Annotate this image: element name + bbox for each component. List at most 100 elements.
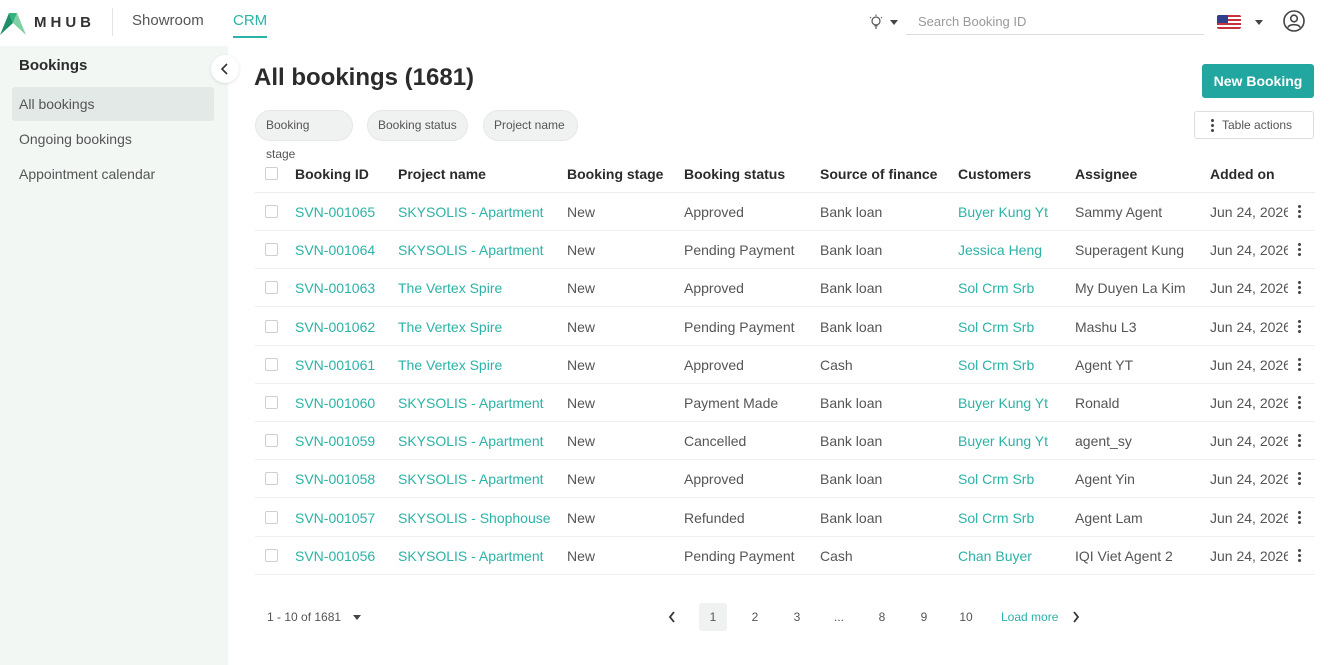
column-header-booking-id[interactable]: Booking ID — [295, 166, 369, 182]
customer-link[interactable]: Buyer Kung Yt — [958, 204, 1048, 220]
filter-booking-stage[interactable]: Booking stage — [255, 110, 353, 161]
tab-showroom[interactable]: Showroom — [132, 12, 204, 34]
row-checkbox[interactable] — [265, 281, 278, 295]
table-row[interactable]: SVN-001061 The Vertex Spire New Approved Cas… — [255, 346, 1315, 384]
row-checkbox[interactable] — [265, 396, 278, 409]
table-row[interactable]: SVN-001064 SKYSOLIS - Apartment New Pending… — [255, 231, 1315, 270]
customer-link[interactable]: Chan Buyer — [958, 548, 1032, 564]
row-actions-icon[interactable] — [1298, 319, 1301, 333]
page-button[interactable]: 8 — [868, 603, 896, 631]
sidebar-item-appointment-calendar[interactable]: Appointment calendar — [12, 157, 214, 191]
sidebar-item-all-bookings[interactable]: All bookings — [12, 87, 214, 121]
sidebar-item-ongoing-bookings[interactable]: Ongoing bookings — [12, 122, 214, 156]
table-row[interactable]: SVN-001063 The Vertex Spire New Approved Ban… — [255, 269, 1315, 308]
customer-link[interactable]: Sol Crm Srb — [958, 280, 1034, 296]
page-button[interactable]: 3 — [783, 603, 811, 631]
project-name-link[interactable]: SKYSOLIS - Apartment — [398, 242, 544, 258]
booking-id-link[interactable]: SVN-001062 — [295, 319, 375, 335]
logo[interactable]: MHUB — [0, 8, 95, 36]
table-row[interactable]: SVN-001062 The Vertex Spire New Pending Pay… — [255, 308, 1315, 346]
table-row[interactable]: SVN-001058 SKYSOLIS - Apartment New Approve… — [255, 460, 1315, 499]
select-all-checkbox[interactable] — [265, 167, 278, 180]
collapse-sidebar-button[interactable] — [211, 55, 239, 83]
customer-link[interactable]: Buyer Kung Yt — [958, 395, 1048, 411]
row-actions-icon[interactable] — [1298, 357, 1301, 371]
table-row[interactable]: SVN-001060 SKYSOLIS - Apartment New Payment… — [255, 384, 1315, 422]
row-checkbox[interactable] — [265, 205, 278, 218]
row-actions-icon[interactable] — [1298, 243, 1301, 257]
booking-id-link[interactable]: SVN-001057 — [295, 510, 375, 526]
page-button[interactable]: 9 — [910, 603, 938, 631]
column-header-customers[interactable]: Customers — [958, 166, 1031, 182]
customer-link[interactable]: Jessica Heng — [958, 242, 1042, 258]
row-actions-icon[interactable] — [1298, 548, 1301, 562]
customer-link[interactable]: Sol Crm Srb — [958, 471, 1034, 487]
booking-id-link[interactable]: SVN-001065 — [295, 204, 375, 220]
logo-text: MHUB — [34, 13, 95, 31]
booking-id-link[interactable]: SVN-001059 — [295, 433, 375, 449]
customer-link[interactable]: Buyer Kung Yt — [958, 433, 1048, 449]
project-name-link[interactable]: SKYSOLIS - Shophouse — [398, 510, 551, 526]
page-size-selector[interactable]: 1 - 10 of 1681 — [267, 610, 362, 624]
page-button[interactable]: 2 — [741, 603, 769, 631]
project-name-link[interactable]: SKYSOLIS - Apartment — [398, 395, 544, 411]
tips-dropdown[interactable] — [868, 12, 902, 32]
row-actions-icon[interactable] — [1298, 205, 1301, 218]
project-name-link[interactable]: SKYSOLIS - Apartment — [398, 204, 544, 220]
project-name-link[interactable]: SKYSOLIS - Apartment — [398, 433, 544, 449]
previous-page-button[interactable] — [658, 603, 686, 631]
row-actions-icon[interactable] — [1298, 396, 1301, 409]
page-button[interactable]: 10 — [952, 603, 980, 631]
new-booking-button[interactable]: New Booking — [1202, 64, 1314, 98]
project-name-link[interactable]: The Vertex Spire — [398, 357, 502, 373]
project-name-link[interactable]: SKYSOLIS - Apartment — [398, 471, 544, 487]
filter-booking-status[interactable]: Booking status — [367, 110, 468, 141]
row-checkbox[interactable] — [265, 243, 278, 257]
row-actions-icon[interactable] — [1298, 510, 1301, 524]
column-header-source-of-finance[interactable]: Source of finance — [820, 166, 937, 182]
row-checkbox[interactable] — [265, 548, 278, 562]
project-name-link[interactable]: The Vertex Spire — [398, 319, 502, 335]
row-checkbox[interactable] — [265, 357, 278, 371]
tab-crm[interactable]: CRM — [233, 12, 268, 38]
row-actions-icon[interactable] — [1298, 281, 1301, 295]
language-selector[interactable] — [1217, 15, 1241, 29]
row-actions-icon[interactable] — [1298, 472, 1301, 486]
booking-stage-cell: New — [567, 204, 596, 220]
row-checkbox[interactable] — [265, 472, 278, 486]
booking-stage-cell: New — [567, 509, 596, 526]
table-row[interactable]: SVN-001057 SKYSOLIS - Shophouse New Refunde… — [255, 499, 1315, 537]
booking-id-link[interactable]: SVN-001058 — [295, 471, 375, 487]
column-header-booking-status[interactable]: Booking status — [684, 166, 785, 182]
row-checkbox[interactable] — [265, 319, 278, 333]
table-row[interactable]: SVN-001065 SKYSOLIS - Apartment New Approve… — [255, 193, 1315, 231]
table-row[interactable]: SVN-001056 SKYSOLIS - Apartment New Pending… — [255, 537, 1315, 575]
search-input[interactable] — [906, 9, 1204, 34]
chevron-down-icon[interactable] — [1255, 20, 1263, 25]
table-actions-button[interactable]: Table actions — [1194, 111, 1314, 139]
page-button[interactable]: 1 — [699, 603, 727, 631]
next-page-button[interactable] — [1062, 603, 1090, 631]
row-actions-icon[interactable] — [1298, 434, 1301, 448]
booking-id-link[interactable]: SVN-001064 — [295, 242, 375, 258]
assignee-cell: Agent Yin — [1075, 471, 1135, 488]
column-header-assignee[interactable]: Assignee — [1075, 166, 1195, 182]
booking-id-link[interactable]: SVN-001056 — [295, 548, 375, 564]
column-header-booking-stage[interactable]: Booking stage — [567, 166, 663, 182]
booking-id-link[interactable]: SVN-001063 — [295, 280, 375, 296]
customer-link[interactable]: Sol Crm Srb — [958, 319, 1034, 335]
column-header-added-on[interactable]: Added on — [1210, 166, 1288, 182]
booking-id-link[interactable]: SVN-001061 — [295, 357, 375, 373]
filter-project-name[interactable]: Project name — [483, 110, 578, 141]
customer-link[interactable]: Sol Crm Srb — [958, 510, 1034, 526]
booking-id-link[interactable]: SVN-001060 — [295, 395, 375, 411]
column-header-project-name[interactable]: Project name — [398, 166, 486, 182]
row-checkbox[interactable] — [265, 510, 278, 524]
customer-link[interactable]: Sol Crm Srb — [958, 357, 1034, 373]
table-row[interactable]: SVN-001059 SKYSOLIS - Apartment New Cancell… — [255, 422, 1315, 461]
load-more-link[interactable]: Load more — [1001, 610, 1058, 624]
row-checkbox[interactable] — [265, 434, 278, 448]
project-name-link[interactable]: SKYSOLIS - Apartment — [398, 548, 544, 564]
user-account-icon[interactable] — [1283, 10, 1305, 32]
project-name-link[interactable]: The Vertex Spire — [398, 280, 502, 296]
